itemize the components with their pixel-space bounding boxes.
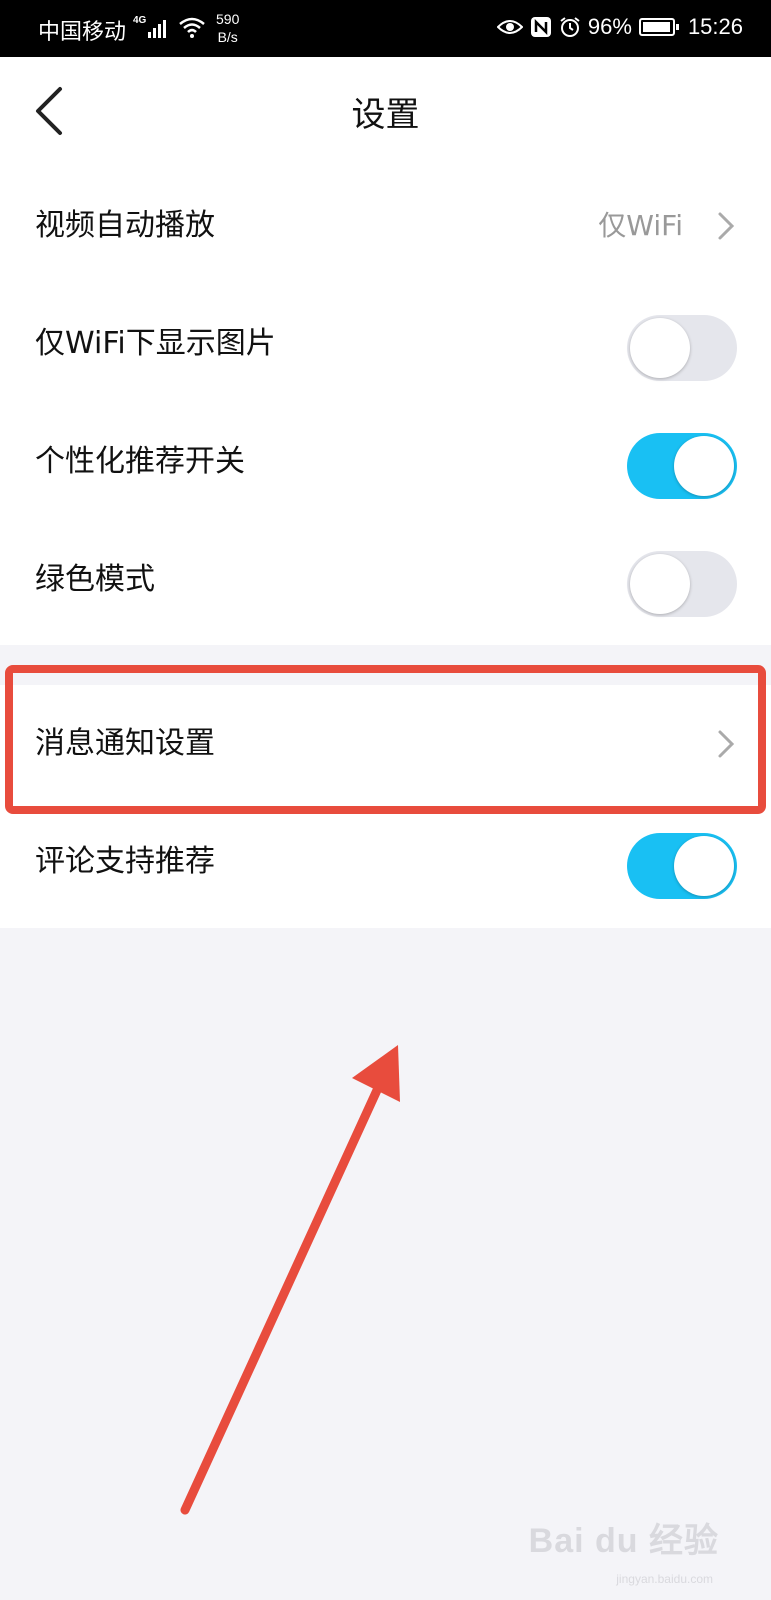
setting-label: 视频自动播放 <box>35 208 215 243</box>
setting-green-mode: 绿色模式 <box>0 521 771 639</box>
green-mode-toggle[interactable] <box>627 551 737 617</box>
setting-video-autoplay[interactable]: 视频自动播放 仅WiFi <box>0 167 771 285</box>
toggle-knob <box>674 436 734 496</box>
setting-label: 个性化推荐开关 <box>35 444 245 479</box>
eye-icon <box>496 20 523 34</box>
setting-wifi-images: 仅WiFi下显示图片 <box>0 285 771 403</box>
toggle-knob <box>630 554 690 614</box>
setting-comment-recommend: 评论支持推荐 <box>0 803 771 921</box>
clock-time: 15:26 <box>687 14 743 39</box>
nfc-icon <box>530 17 551 37</box>
toggle-knob <box>630 318 690 378</box>
setting-label: 评论支持推荐 <box>35 844 215 879</box>
annotation-highlight-box <box>5 665 766 814</box>
setting-label: 绿色模式 <box>35 562 155 597</box>
setting-personalized-recommend: 个性化推荐开关 <box>0 403 771 521</box>
setting-value: 仅WiFi <box>598 209 683 242</box>
battery-icon <box>638 18 679 36</box>
wifi-icon <box>179 17 205 38</box>
toggle-knob <box>674 836 734 896</box>
carrier-name: 中国移动 <box>38 19 127 44</box>
network-type: 4G <box>133 15 147 26</box>
settings-group-general: 视频自动播放 仅WiFi 仅WiFi下显示图片 个性化推荐开关 绿色模式 <box>0 167 771 645</box>
baidu-jingyan-watermark: Bai du 经验 <box>528 1522 719 1560</box>
setting-label: 仅WiFi下显示图片 <box>35 326 276 361</box>
status-bar: 中国移动 4G 590 B/s 96% 15:26 <box>0 0 771 57</box>
wifi-images-toggle[interactable] <box>627 315 737 381</box>
battery-percent: 96% <box>587 14 632 39</box>
chevron-right-icon <box>718 212 735 240</box>
alarm-icon <box>560 17 580 37</box>
status-right: 96% 15:26 <box>496 14 743 40</box>
comment-recommend-toggle[interactable] <box>627 833 737 899</box>
signal-icon <box>148 20 166 38</box>
app-header: 设置 <box>0 57 771 167</box>
watermark-url: jingyan.baidu.com <box>616 1572 713 1586</box>
personalized-recommend-toggle[interactable] <box>627 433 737 499</box>
network-speed: 590 B/s <box>216 11 240 45</box>
page-title: 设置 <box>351 95 420 135</box>
